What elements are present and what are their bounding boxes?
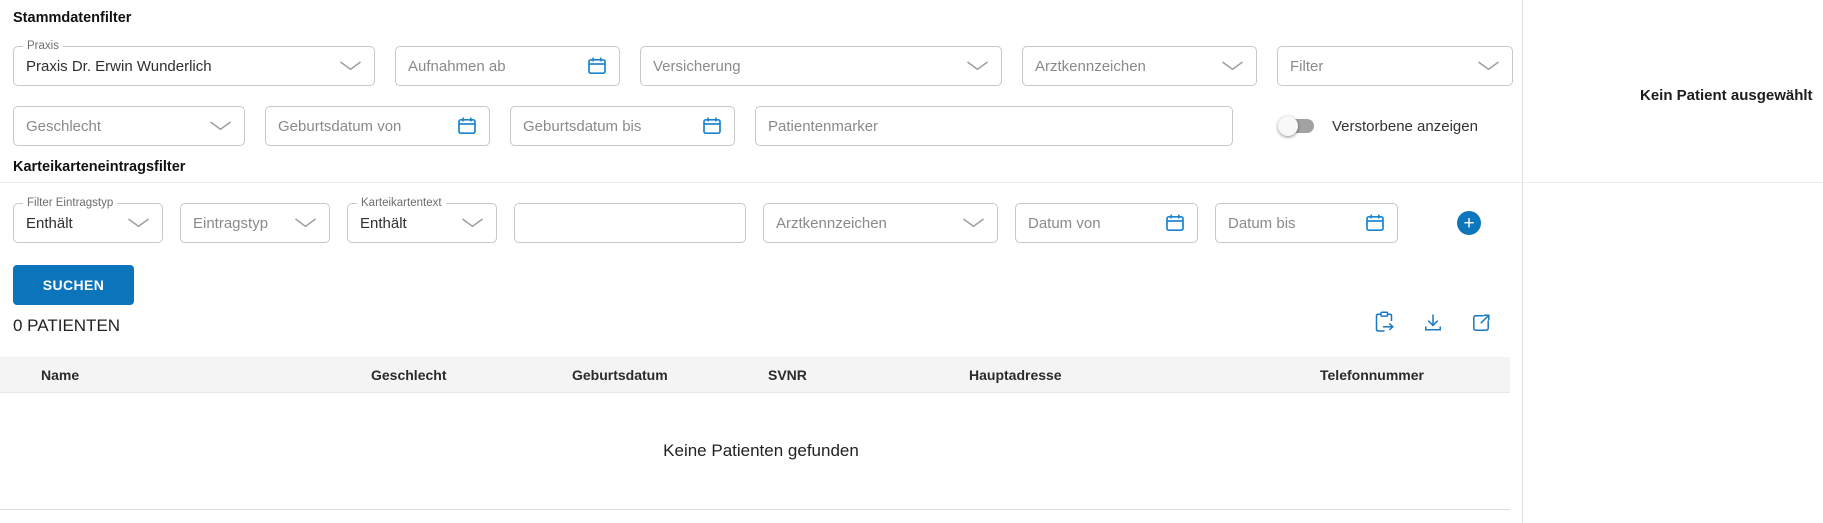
table-bottom-line — [0, 509, 1510, 510]
calendar-icon[interactable] — [579, 56, 607, 76]
geschlecht-placeholder: Geschlecht — [26, 117, 102, 135]
praxis-value: Praxis Dr. Erwin Wunderlich — [26, 57, 212, 75]
column-header-svnr[interactable]: SVNR — [768, 367, 969, 383]
eintragstyp-placeholder: Eintragstyp — [193, 214, 269, 232]
download-icon[interactable] — [1420, 310, 1445, 335]
calendar-icon[interactable] — [449, 116, 477, 136]
calendar-icon[interactable] — [1357, 213, 1385, 233]
no-patient-selected-message: Kein Patient ausgewählt — [1640, 87, 1813, 104]
praxis-select[interactable]: Praxis Praxis Dr. Erwin Wunderlich — [13, 40, 375, 86]
column-header-hauptadresse[interactable]: Hauptadresse — [969, 367, 1320, 383]
copy-to-clipboard-icon[interactable] — [1372, 310, 1397, 335]
filter-placeholder: Filter — [1290, 57, 1324, 75]
geburtsdatum-bis-placeholder: Geburtsdatum bis — [523, 117, 642, 135]
column-header-geschlecht[interactable]: Geschlecht — [371, 367, 572, 383]
geburtsdatum-von-date-field[interactable]: Geburtsdatum von — [265, 106, 490, 146]
results-toolbar — [1372, 310, 1493, 335]
open-external-icon[interactable] — [1468, 310, 1493, 335]
calendar-icon[interactable] — [1157, 213, 1185, 233]
chevron-down-icon — [201, 121, 232, 131]
patient-count-label: 0 PATIENTEN — [13, 316, 121, 335]
verstorbene-anzeigen-toggle[interactable] — [1278, 116, 1316, 136]
chevron-down-icon — [119, 218, 150, 228]
datum-von-date-field[interactable]: Datum von — [1015, 203, 1198, 243]
column-header-geburtsdatum[interactable]: Geburtsdatum — [572, 367, 768, 383]
eintragstyp-select[interactable]: Eintragstyp — [180, 203, 330, 243]
suchen-button[interactable]: SUCHEN — [13, 265, 134, 305]
karteikartentext-freitext-field[interactable] — [514, 203, 746, 243]
aufnahmen-ab-placeholder: Aufnahmen ab — [408, 57, 506, 75]
chevron-down-icon — [958, 61, 989, 71]
patientenmarker-field[interactable] — [755, 106, 1233, 146]
section-divider-line — [0, 182, 1823, 183]
chevron-down-icon — [331, 61, 362, 71]
geburtsdatum-bis-date-field[interactable]: Geburtsdatum bis — [510, 106, 735, 146]
karteikarten-filter-row: Filter Eintragstyp Enthält Eintragstyp K… — [13, 197, 1481, 243]
panel-divider — [1522, 0, 1523, 523]
praxis-label: Praxis — [23, 40, 63, 52]
karteikartentext-value: Enthält — [360, 214, 407, 232]
patient-search-page: Stammdatenfilter Praxis Praxis Dr. Erwin… — [0, 0, 1823, 523]
column-header-name[interactable]: Name — [41, 367, 371, 383]
karteikartentext-select[interactable]: Karteikartentext Enthält — [347, 197, 497, 243]
versicherung-select[interactable]: Versicherung — [640, 46, 1002, 86]
patient-table-header: Name Geschlecht Geburtsdatum SVNR Haupta… — [0, 357, 1510, 393]
arztkennzeichen-select[interactable]: Arztkennzeichen — [1022, 46, 1257, 86]
patientenmarker-input[interactable] — [768, 117, 1220, 135]
filter-eintragstyp-value: Enthält — [26, 214, 73, 232]
add-filter-button[interactable]: + — [1457, 211, 1481, 235]
filter-eintragstyp-label: Filter Eintragstyp — [23, 197, 118, 209]
stammdaten-filter-row-2: Geschlecht Geburtsdatum von Geburtsdatum… — [13, 106, 1478, 146]
karteikartentext-freitext-input[interactable] — [527, 214, 733, 232]
geburtsdatum-von-placeholder: Geburtsdatum von — [278, 117, 402, 135]
stammdatenfilter-heading: Stammdatenfilter — [13, 10, 132, 26]
versicherung-placeholder: Versicherung — [653, 57, 741, 75]
datum-bis-placeholder: Datum bis — [1228, 214, 1296, 232]
chevron-down-icon — [1469, 61, 1500, 71]
calendar-icon[interactable] — [694, 116, 722, 136]
stammdaten-filter-row-1: Praxis Praxis Dr. Erwin Wunderlich Aufna… — [13, 40, 1513, 86]
chevron-down-icon — [286, 218, 317, 228]
verstorbene-anzeigen-label: Verstorbene anzeigen — [1332, 117, 1478, 135]
no-patients-message: Keine Patienten gefunden — [663, 441, 859, 460]
karteikarteneintragsfilter-heading: Karteikarteneintragsfilter — [13, 159, 186, 175]
arztkennzeichen-placeholder: Arztkennzeichen — [1035, 57, 1146, 75]
filter-select[interactable]: Filter — [1277, 46, 1513, 86]
filter-eintragstyp-select[interactable]: Filter Eintragstyp Enthält — [13, 197, 163, 243]
karteikartentext-label: Karteikartentext — [357, 197, 446, 209]
verstorbene-toggle-group: Verstorbene anzeigen — [1278, 116, 1478, 136]
datum-bis-date-field[interactable]: Datum bis — [1215, 203, 1398, 243]
arztkennzeichen-eintrag-placeholder: Arztkennzeichen — [776, 214, 887, 232]
chevron-down-icon — [954, 218, 985, 228]
chevron-down-icon — [453, 218, 484, 228]
chevron-down-icon — [1213, 61, 1244, 71]
datum-von-placeholder: Datum von — [1028, 214, 1101, 232]
geschlecht-select[interactable]: Geschlecht — [13, 106, 245, 146]
aufnahmen-ab-date-field[interactable]: Aufnahmen ab — [395, 46, 620, 86]
arztkennzeichen-eintrag-select[interactable]: Arztkennzeichen — [763, 203, 998, 243]
column-header-telefonnummer[interactable]: Telefonnummer — [1320, 367, 1424, 383]
toggle-thumb[interactable] — [1278, 116, 1298, 136]
